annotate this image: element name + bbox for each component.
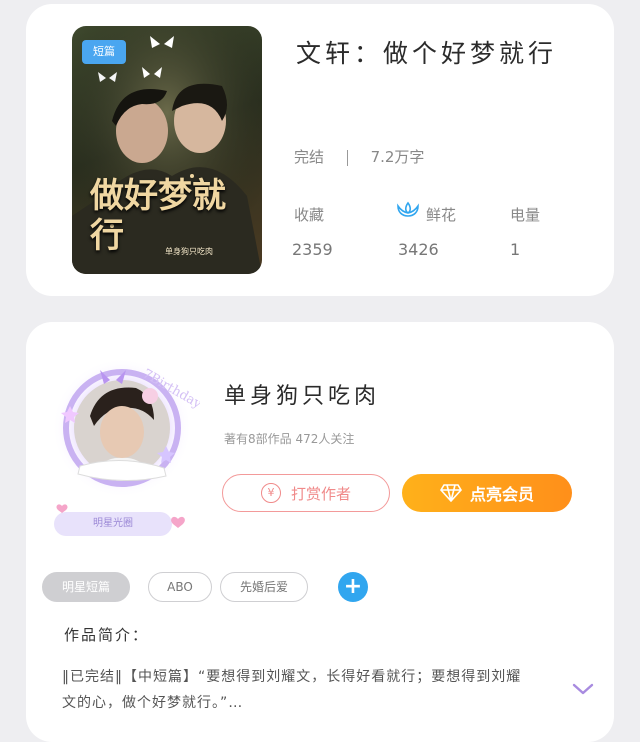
divider xyxy=(346,149,348,166)
favorites-label: 收藏 xyxy=(294,206,325,224)
vip-label: 点亮会员 xyxy=(469,485,534,504)
cover-author: 单身狗只吃肉 xyxy=(165,247,213,256)
word-count: 7.2万字 xyxy=(370,148,425,166)
tag-chip[interactable]: 先婚后爱 xyxy=(220,572,308,602)
activate-vip-button[interactable]: 点亮会员 xyxy=(402,474,572,512)
status-label: 完结 xyxy=(294,148,325,166)
add-tag-button[interactable]: + xyxy=(338,572,368,602)
flowers-label: 鲜花 xyxy=(426,206,457,224)
tag-chip[interactable]: ABO xyxy=(148,572,212,602)
avatar-frame-icon: 7Birthday xyxy=(52,358,205,536)
tip-author-button[interactable]: ¥ 打赏作者 xyxy=(222,474,390,512)
flower-icon xyxy=(397,201,419,217)
avatar[interactable]: 7Birthday 明星光圈 xyxy=(50,336,205,536)
yen-icon: ¥ xyxy=(260,483,281,503)
tip-author-label: 打赏作者 xyxy=(290,484,351,503)
intro-heading: 作品简介： xyxy=(64,626,150,644)
intro-text: ‖已完结‖【中短篇】“要想得到刘耀文，长得好看就行；要想得到刘耀文的心，做个好梦… xyxy=(62,669,522,711)
flowers-count: 3426 xyxy=(398,240,439,259)
avatar-badge: 明星光圈 xyxy=(93,518,133,529)
cover-title: 做好梦就行 xyxy=(90,176,226,256)
tag-chip[interactable]: 明星短篇 xyxy=(42,572,130,602)
power-label: 电量 xyxy=(510,206,541,224)
author-stats: 著有8部作品 472人关注 xyxy=(224,432,355,446)
favorites-count: 2359 xyxy=(292,240,333,259)
book-status-row: 完结 7.2万字 xyxy=(294,146,424,167)
power-count: 1 xyxy=(510,240,521,259)
book-title: 文轩：做个好梦就行 xyxy=(296,39,558,68)
author-card: 7Birthday 明星光圈 单身狗只吃肉 著有8部作品 472人关注 ¥ 打赏… xyxy=(26,322,614,742)
chevron-down-icon[interactable] xyxy=(572,682,594,696)
diamond-icon xyxy=(439,484,462,502)
book-info-card: 短篇 做好梦就行 单身狗只吃肉 文轩：做个好梦就行 完结 7.2万字 收藏 23… xyxy=(26,4,614,296)
book-cover[interactable]: 短篇 做好梦就行 单身狗只吃肉 xyxy=(72,26,262,274)
short-story-tag: 短篇 xyxy=(82,40,126,64)
author-name[interactable]: 单身狗只吃肉 xyxy=(224,378,380,410)
